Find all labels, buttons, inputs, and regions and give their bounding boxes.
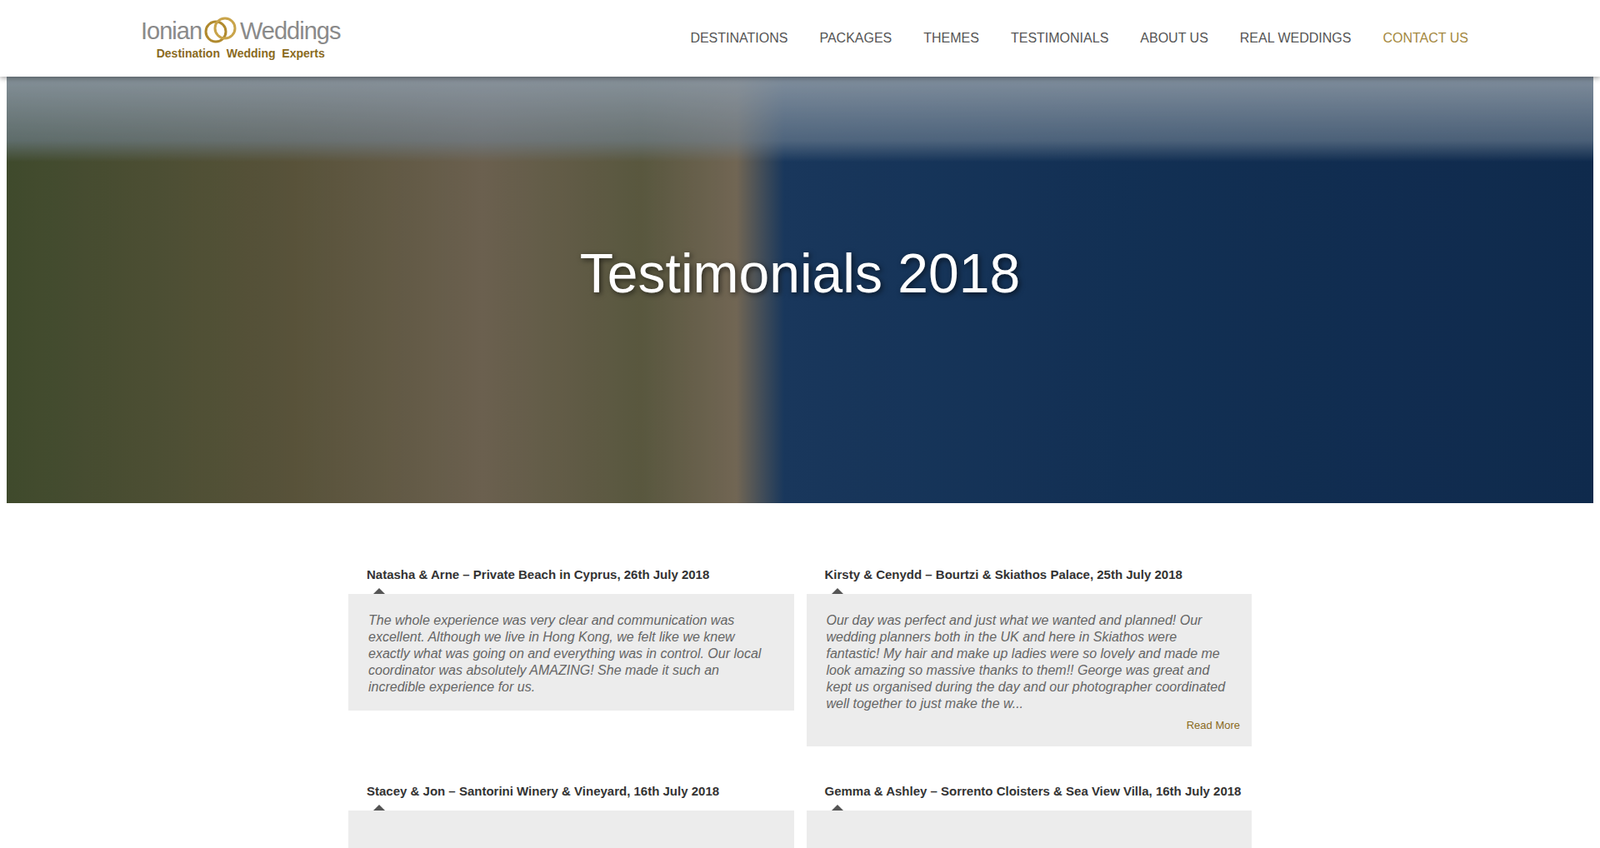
- main-nav: DESTINATIONS PACKAGES THEMES TESTIMONIALS AB…: [690, 30, 1469, 46]
- testimonial-title: Kirsty & Cenydd – Bourtzi & Skiathos Pal…: [825, 566, 1253, 584]
- read-more-link[interactable]: Read More: [1186, 719, 1240, 732]
- logo-row: Ionian Weddings: [140, 15, 340, 46]
- pointer-icon: [373, 805, 385, 811]
- page: Ionian WeddingsDestination Wedding Expert…: [0, 0, 1600, 848]
- testimonial-title: Stacey & Jon – Santorini Winery & Vineya…: [366, 783, 795, 800]
- testimonial-box: [348, 810, 795, 848]
- testimonial-quote: The whole experience was very clear and …: [368, 612, 783, 696]
- nav-item[interactable]: PACKAGES: [819, 30, 892, 46]
- nav-item[interactable]: DESTINATIONS: [690, 30, 788, 46]
- pointer-icon: [831, 805, 844, 811]
- logo-word: Ionian: [140, 16, 202, 45]
- testimonial-grid: Natasha & Arne – Private Beach in Cyprus…: [348, 503, 1252, 848]
- testimonial-card: Gemma & Ashley – Sorrento Cloisters & Se…: [806, 783, 1253, 848]
- nav-item[interactable]: ABOUT US: [1140, 30, 1209, 46]
- testimonial-card: Natasha & Arne – Private Beach in Cyprus…: [348, 566, 795, 711]
- testimonial-box: The whole experience was very clear and …: [348, 594, 795, 711]
- nav-item[interactable]: REAL WEDDINGS: [1240, 30, 1352, 46]
- logo-tagline: Destination Wedding Experts: [156, 45, 325, 61]
- nav-item[interactable]: TESTIMONIALS: [1010, 30, 1109, 46]
- hero-title: Testimonials 2018: [580, 241, 1020, 305]
- logo[interactable]: Ionian WeddingsDestination Wedding Expert…: [140, 15, 340, 61]
- testimonial-quote: Our day was perfect and just what we wan…: [826, 612, 1241, 713]
- testimonial-box: [806, 810, 1253, 848]
- site-header: Ionian WeddingsDestination Wedding Expert…: [0, 0, 1600, 77]
- logo-word: Weddings: [240, 16, 340, 45]
- testimonial-card: Stacey & Jon – Santorini Winery & Vineya…: [348, 783, 795, 848]
- pointer-icon: [373, 588, 385, 595]
- pointer-icon: [831, 588, 844, 595]
- testimonial-box: Our day was perfect and just what we wan…: [806, 594, 1253, 747]
- hero-banner: Testimonials 2018: [6, 76, 1594, 504]
- nav-item[interactable]: CONTACT US: [1382, 30, 1469, 46]
- testimonial-title: Gemma & Ashley – Sorrento Cloisters & Se…: [825, 783, 1253, 800]
- nav-item[interactable]: THEMES: [923, 30, 980, 46]
- testimonial-title: Natasha & Arne – Private Beach in Cyprus…: [366, 566, 795, 584]
- testimonial-card: Kirsty & Cenydd – Bourtzi & Skiathos Pal…: [806, 566, 1253, 747]
- rings-icon: [203, 15, 239, 46]
